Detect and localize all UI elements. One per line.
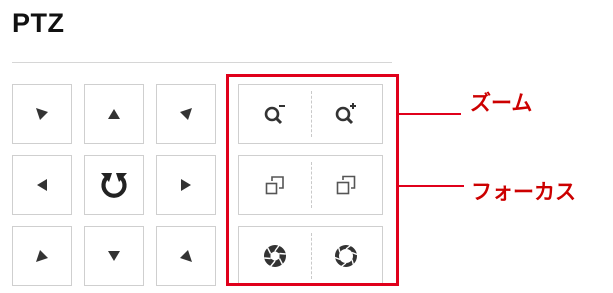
focus-callout-line xyxy=(399,185,464,187)
pan-down-right-button[interactable] xyxy=(156,226,216,286)
pan-right-button[interactable] xyxy=(156,155,216,215)
zoom-annotation: ズーム xyxy=(470,90,533,115)
up-left-arrow-icon xyxy=(36,108,48,120)
reset-position-button[interactable] xyxy=(84,155,144,215)
down-left-arrow-icon xyxy=(36,250,48,262)
pan-up-right-button[interactable] xyxy=(156,84,216,144)
highlight-box xyxy=(226,74,399,286)
down-right-arrow-icon xyxy=(180,250,192,262)
title-divider xyxy=(12,62,392,63)
pan-down-button[interactable] xyxy=(84,226,144,286)
up-arrow-icon xyxy=(108,109,120,119)
pan-down-left-button[interactable] xyxy=(12,226,72,286)
up-right-arrow-icon xyxy=(180,108,192,120)
zoom-callout-line xyxy=(399,113,461,115)
down-arrow-icon xyxy=(108,251,120,261)
pan-up-button[interactable] xyxy=(84,84,144,144)
left-arrow-icon xyxy=(37,179,47,191)
focus-annotation: フォーカス xyxy=(471,179,576,204)
panel-title: PTZ xyxy=(12,8,65,38)
refresh-icon xyxy=(101,173,127,198)
right-arrow-icon xyxy=(181,179,191,191)
pan-up-left-button[interactable] xyxy=(12,84,72,144)
pan-left-button[interactable] xyxy=(12,155,72,215)
